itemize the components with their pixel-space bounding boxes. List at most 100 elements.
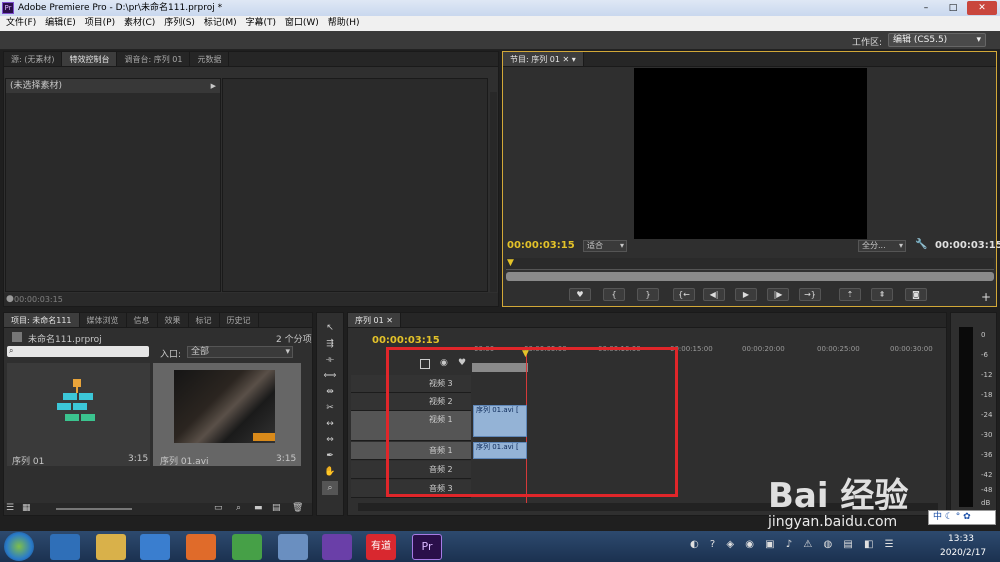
menu-title[interactable]: 字幕(T) bbox=[245, 16, 276, 31]
explorer-icon[interactable] bbox=[96, 534, 126, 560]
slide-tool-icon[interactable]: ⇔ bbox=[322, 433, 338, 447]
tray-icons[interactable]: ◐ ? ◈ ◉ ▣ ♪ ⚠ ◍ ▤ ◧ ☰ bbox=[690, 539, 898, 550]
program-zoom-bar[interactable] bbox=[506, 272, 994, 281]
youdao-icon[interactable]: 有道 bbox=[366, 534, 396, 560]
timeline-timecode[interactable]: 00:00:03:15 bbox=[372, 335, 440, 346]
rate-stretch-tool-icon[interactable]: ⇹ bbox=[322, 385, 338, 399]
firefox-icon[interactable] bbox=[186, 534, 216, 560]
zoom-slider[interactable] bbox=[56, 508, 132, 510]
media-player-icon[interactable] bbox=[140, 534, 170, 560]
go-to-in-button[interactable]: {← bbox=[673, 288, 695, 301]
menu-project[interactable]: 项目(P) bbox=[85, 16, 115, 31]
no-clip-header: (未选择素材) ▶ bbox=[6, 79, 220, 93]
tab-audio-mixer[interactable]: 调音台: 序列 01 bbox=[117, 52, 191, 66]
in-select[interactable]: 全部 ▾ bbox=[187, 346, 293, 358]
tab-effect-controls[interactable]: 特效控制台 bbox=[62, 52, 118, 66]
tab-sequence[interactable]: 序列 01 ✕ bbox=[348, 313, 401, 327]
premiere-app-icon: Pr bbox=[2, 2, 14, 14]
new-bin-icon[interactable]: ▭ bbox=[214, 503, 223, 513]
slip-tool-icon[interactable]: ↔ bbox=[322, 417, 338, 431]
menu-window[interactable]: 窗口(W) bbox=[285, 16, 319, 31]
in-select-value: 全部 bbox=[191, 347, 210, 357]
step-back-button[interactable]: ◀| bbox=[703, 288, 725, 301]
tab-effects[interactable]: 效果 bbox=[158, 313, 189, 327]
chevron-down-icon: ▾ bbox=[898, 241, 903, 250]
maximize-button[interactable]: □ bbox=[940, 0, 966, 16]
ie-icon[interactable] bbox=[50, 534, 80, 560]
tab-info[interactable]: 信息 bbox=[127, 313, 158, 327]
ime-indicator[interactable]: 中 ☾ ° ✿ bbox=[928, 510, 996, 525]
tab-program[interactable]: 节目: 序列 01 ✕ ▾ bbox=[503, 52, 584, 66]
tab-history[interactable]: 历史记 bbox=[220, 313, 259, 327]
menu-sequence[interactable]: 序列(S) bbox=[164, 16, 195, 31]
mark-in-button[interactable]: { bbox=[603, 288, 625, 301]
menu-file[interactable]: 文件(F) bbox=[6, 16, 36, 31]
rolling-edit-tool-icon[interactable]: ⟺ bbox=[322, 369, 338, 383]
step-forward-button[interactable]: |▶ bbox=[767, 288, 789, 301]
mark-out-button[interactable]: } bbox=[637, 288, 659, 301]
hand-tool-icon[interactable]: ✋ bbox=[322, 465, 338, 479]
export-frame-button[interactable]: ◙ bbox=[905, 288, 927, 301]
paint-icon[interactable] bbox=[278, 534, 308, 560]
effect-scrollbar[interactable] bbox=[490, 92, 497, 292]
avi-item-duration: 3:15 bbox=[276, 454, 297, 464]
ime-label: 中 bbox=[933, 512, 943, 522]
menu-edit[interactable]: 编辑(E) bbox=[45, 16, 76, 31]
add-button-icon[interactable]: + bbox=[981, 290, 991, 304]
search-icon: ⌕ bbox=[9, 346, 14, 355]
lift-button[interactable]: ⇡ bbox=[839, 288, 861, 301]
tab-media-browser[interactable]: 媒体浏览 bbox=[80, 313, 127, 327]
chrome-icon[interactable] bbox=[232, 534, 262, 560]
effect-timecode: 00:00:03:15 bbox=[14, 295, 63, 304]
icon-view-icon[interactable]: ▦ bbox=[22, 503, 31, 513]
menu-clip[interactable]: 素材(C) bbox=[124, 16, 155, 31]
premiere-taskbar-icon[interactable]: Pr bbox=[412, 534, 442, 560]
tab-close-icon[interactable]: ✕ bbox=[563, 55, 570, 64]
program-time-ruler[interactable]: ▼ bbox=[506, 258, 994, 270]
menu-marker[interactable]: 标记(M) bbox=[204, 16, 237, 31]
workspace-select[interactable]: 编辑 (CS5.5) ▾ bbox=[888, 33, 986, 47]
selection-tool-icon[interactable]: ↖ bbox=[322, 321, 338, 335]
baidu-url: jingyan.baidu.com bbox=[768, 514, 898, 530]
play-triangle-icon[interactable]: ▶ bbox=[211, 79, 216, 93]
wrench-icon[interactable]: 🔧 bbox=[915, 239, 927, 250]
folder-icon[interactable]: ▬ bbox=[254, 503, 263, 513]
visual-studio-icon[interactable] bbox=[322, 534, 352, 560]
razor-tool-icon[interactable]: ✂ bbox=[322, 401, 338, 415]
minimize-button[interactable]: – bbox=[913, 0, 939, 16]
clock-time[interactable]: 13:33 bbox=[948, 534, 974, 544]
close-button[interactable]: ✕ bbox=[967, 1, 997, 15]
find-icon[interactable]: ⌕ bbox=[236, 503, 241, 513]
track-select-tool-icon[interactable]: ⇶ bbox=[322, 337, 338, 351]
play-button[interactable]: ▶ bbox=[735, 288, 757, 301]
tab-metadata[interactable]: 元数据 bbox=[190, 52, 230, 66]
program-timecode-left[interactable]: 00:00:03:15 bbox=[507, 240, 575, 251]
pen-tool-icon[interactable]: ✒ bbox=[322, 449, 338, 463]
menu-help[interactable]: 帮助(H) bbox=[328, 16, 360, 31]
project-search-input[interactable]: ⌕ bbox=[7, 346, 149, 357]
list-view-icon[interactable]: ☰ bbox=[6, 503, 14, 513]
zoom-select[interactable]: 适合 ▾ bbox=[583, 240, 627, 252]
ripple-edit-tool-icon[interactable]: ⟛ bbox=[322, 353, 338, 367]
project-item-sequence[interactable] bbox=[7, 363, 150, 466]
tab-project[interactable]: 项目: 未命名111 bbox=[4, 313, 80, 327]
project-item-avi[interactable] bbox=[153, 363, 301, 466]
avi-badge-icon bbox=[253, 433, 275, 441]
annotation-red-box bbox=[386, 347, 678, 497]
tab-markers[interactable]: 标记 bbox=[189, 313, 220, 327]
start-button[interactable] bbox=[4, 532, 34, 561]
avi-item-name: 序列 01.avi bbox=[160, 457, 209, 467]
go-to-out-button[interactable]: →} bbox=[799, 288, 821, 301]
playhead-marker-icon[interactable]: ▼ bbox=[507, 258, 514, 268]
extract-button[interactable]: ⇞ bbox=[871, 288, 893, 301]
tab-close-icon[interactable]: ✕ bbox=[386, 316, 393, 325]
new-item-icon[interactable]: ▤ bbox=[272, 503, 281, 513]
quality-select[interactable]: 全分... ▾ bbox=[858, 240, 906, 252]
clock-date[interactable]: 2020/2/17 bbox=[940, 548, 986, 558]
sequence-item-duration: 3:15 bbox=[128, 454, 149, 464]
zoom-tool-icon[interactable]: ⌕ bbox=[322, 481, 338, 495]
tab-source[interactable]: 源: (无素材) bbox=[4, 52, 63, 66]
sequence-thumbnail-icon bbox=[57, 379, 95, 421]
add-marker-button[interactable]: ♥ bbox=[569, 288, 591, 301]
trash-icon[interactable]: 🗑 bbox=[292, 503, 303, 513]
